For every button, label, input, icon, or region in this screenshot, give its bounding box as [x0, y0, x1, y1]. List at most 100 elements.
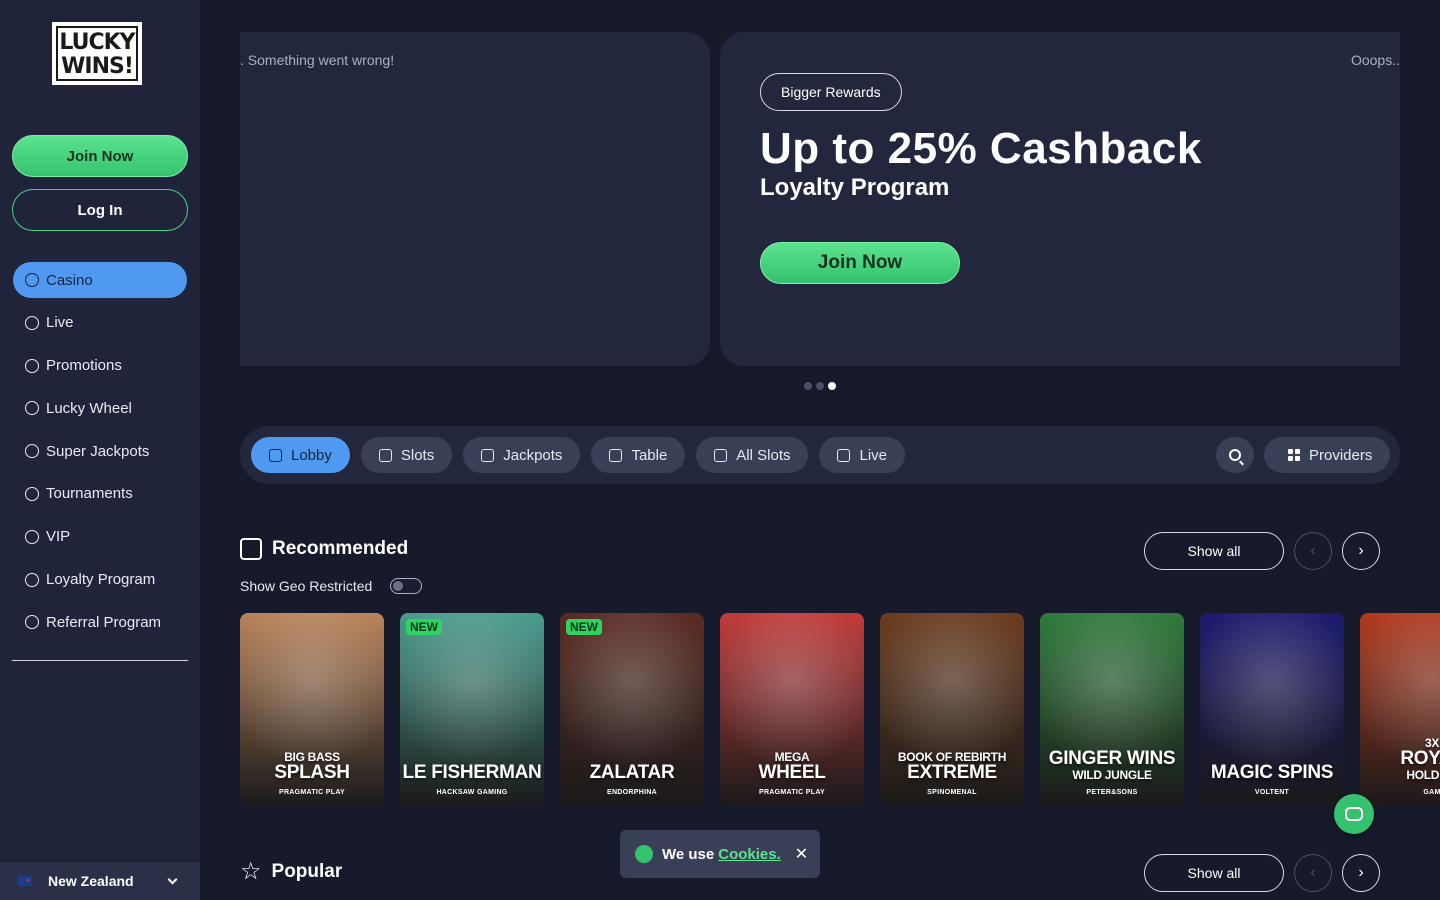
game-title: MEGA WHEEL — [758, 750, 826, 783]
game-provider: PETER&SONS — [1086, 789, 1138, 796]
carousel-dots — [804, 382, 836, 390]
banner-error-text: . Something went wrong! — [240, 52, 395, 68]
game-title: BOOK OF REBIRTH EXTREME — [897, 750, 1007, 783]
game-tile[interactable]: NEW ZALATAR ENDORPHINA — [560, 613, 704, 806]
sidebar-item-promotions[interactable]: Promotions — [13, 348, 187, 384]
sidebar-item-live[interactable]: Live — [13, 305, 187, 341]
all-slots-icon — [714, 448, 728, 462]
tab-label: All Slots — [736, 446, 791, 464]
log-in-button[interactable]: Log In — [12, 189, 188, 231]
game-provider: HACKSAW GAMING — [436, 789, 508, 796]
tab-label: Jackpots — [503, 446, 563, 464]
banner-next-error-text: Ooops.. — [1350, 52, 1400, 68]
sidebar-item-label: Promotions — [46, 357, 122, 375]
game-provider: VOLTENT — [1254, 789, 1290, 796]
popular-show-all-button[interactable]: Show all — [1144, 854, 1284, 892]
sidebar-item-casino[interactable]: Casino — [13, 262, 187, 298]
carousel-dot[interactable] — [816, 382, 824, 390]
recommended-prev-button[interactable]: ‹ — [1294, 532, 1332, 570]
providers-label: Providers — [1309, 446, 1373, 464]
tab-slots[interactable]: Slots — [360, 437, 453, 473]
carousel-dot-active[interactable] — [828, 382, 836, 390]
vip-icon — [25, 529, 39, 544]
live-icon — [25, 315, 39, 330]
live-chat-button[interactable] — [1334, 794, 1374, 834]
lobby-icon — [269, 448, 282, 462]
game-title: MAGIC SPINS — [1210, 762, 1334, 783]
join-now-button[interactable]: Join Now — [12, 135, 188, 177]
close-icon[interactable]: ✕ — [795, 844, 808, 864]
casino-icon — [25, 273, 39, 287]
sidebar-item-loyalty-program[interactable]: Loyalty Program — [13, 562, 187, 598]
sidebar-item-lucky-wheel[interactable]: Lucky Wheel — [13, 390, 187, 426]
popular-next-button[interactable]: › — [1342, 854, 1380, 892]
sidebar-item-referral-program[interactable]: Referral Program — [13, 604, 187, 640]
sidebar-item-label: Super Jackpots — [46, 442, 150, 460]
geo-restricted-toggle[interactable] — [390, 578, 423, 594]
tab-all-slots[interactable]: All Slots — [696, 437, 809, 473]
carousel-dot[interactable] — [804, 382, 812, 390]
tab-label: Live — [859, 446, 888, 464]
game-tile[interactable]: GINGER WINS WILD JUNGLE PETER&SONS — [1040, 613, 1184, 806]
sidebar-divider — [12, 660, 188, 661]
sidebar-item-super-jackpots[interactable]: Super Jackpots — [13, 433, 187, 469]
game-tile[interactable]: MEGA WHEEL PRAGMATIC PLAY — [720, 613, 864, 806]
sidebar-nav: Casino Live Promotions Lucky Wheel Super Jac… — [13, 262, 187, 647]
category-tabs: Lobby Slots Jackpots Table All Slots Live — [251, 437, 906, 473]
game-tile[interactable]: 3XROYALHOLD TH GAM — [1360, 613, 1440, 806]
tab-table[interactable]: Table — [591, 437, 686, 473]
banner-tag[interactable]: Bigger Rewards — [760, 73, 902, 111]
tab-live[interactable]: Live — [819, 437, 906, 473]
popular-heading: ☆ Popular — [240, 860, 342, 884]
live-icon — [837, 448, 851, 462]
banner-slide-active[interactable]: Ooops.. Bigger Rewards Up to 25% Cashbac… — [720, 32, 1400, 366]
geo-restricted-label: Show Geo Restricted — [240, 578, 373, 594]
banner-title: Up to 25% Cashback — [760, 124, 1202, 173]
game-title: 3XROYALHOLD TH — [1400, 736, 1440, 782]
sidebar-item-label: VIP — [46, 528, 71, 546]
banner-slide-previous[interactable]: . Something went wrong! — [240, 32, 710, 366]
game-provider: SPINOMENAL — [927, 789, 977, 796]
tab-jackpots[interactable]: Jackpots — [463, 437, 581, 473]
game-title: BIG BASS SPLASH — [274, 750, 350, 783]
new-badge: NEW — [566, 619, 602, 635]
popular-title: Popular — [271, 861, 343, 882]
banner-join-now-button[interactable]: Join Now — [760, 242, 960, 284]
sidebar-item-label: Lucky Wheel — [46, 399, 132, 417]
chat-icon — [1345, 807, 1363, 821]
game-tile[interactable]: BIG BASS SPLASH PRAGMATIC PLAY — [240, 613, 384, 806]
sidebar-item-vip[interactable]: VIP — [13, 519, 187, 555]
search-button[interactable] — [1216, 437, 1254, 473]
tab-label: Table — [631, 446, 668, 464]
category-bar: Lobby Slots Jackpots Table All Slots Live Pro… — [240, 426, 1400, 484]
tab-label: Slots — [400, 446, 435, 464]
new-badge: NEW — [406, 619, 442, 635]
sidebar-item-label: Tournaments — [46, 485, 133, 503]
popular-prev-button[interactable]: ‹ — [1294, 854, 1332, 892]
banner-subtitle: Loyalty Program — [760, 174, 950, 201]
cookies-link[interactable]: Cookies. — [718, 846, 781, 863]
super-jackpots-icon — [25, 444, 39, 459]
recommended-next-button[interactable]: › — [1342, 532, 1380, 570]
sidebar-item-label: Loyalty Program — [46, 571, 156, 589]
grid-icon — [1288, 449, 1300, 461]
game-tile[interactable]: NEW LE FISHERMAN HACKSAW GAMING — [400, 613, 544, 806]
game-tile[interactable]: MAGIC SPINS VOLTENT — [1200, 613, 1344, 806]
providers-button[interactable]: Providers — [1264, 437, 1390, 473]
tab-lobby[interactable]: Lobby — [251, 437, 350, 473]
sidebar-item-label: Casino — [46, 271, 93, 289]
game-provider: ENDORPHINA — [606, 789, 658, 796]
game-tile[interactable]: BOOK OF REBIRTH EXTREME SPINOMENAL — [880, 613, 1024, 806]
jackpots-icon — [481, 448, 495, 462]
country-selector[interactable]: New Zealand — [0, 862, 200, 900]
recommended-show-all-button[interactable]: Show all — [1144, 532, 1284, 570]
sidebar-item-tournaments[interactable]: Tournaments — [13, 476, 187, 512]
geo-restricted-toggle-row: Show Geo Restricted — [240, 578, 423, 594]
sidebar-item-label: Live — [46, 314, 74, 332]
nz-flag-icon — [18, 876, 32, 886]
sidebar: LUCKY WINS! Join Now Log In Casino Live Pr… — [0, 0, 200, 900]
chevron-down-icon — [167, 874, 178, 885]
lucky-wins-logo[interactable]: LUCKY WINS! — [52, 22, 142, 85]
recommended-heading: Recommended — [240, 538, 408, 560]
loyalty-program-icon — [25, 572, 39, 587]
